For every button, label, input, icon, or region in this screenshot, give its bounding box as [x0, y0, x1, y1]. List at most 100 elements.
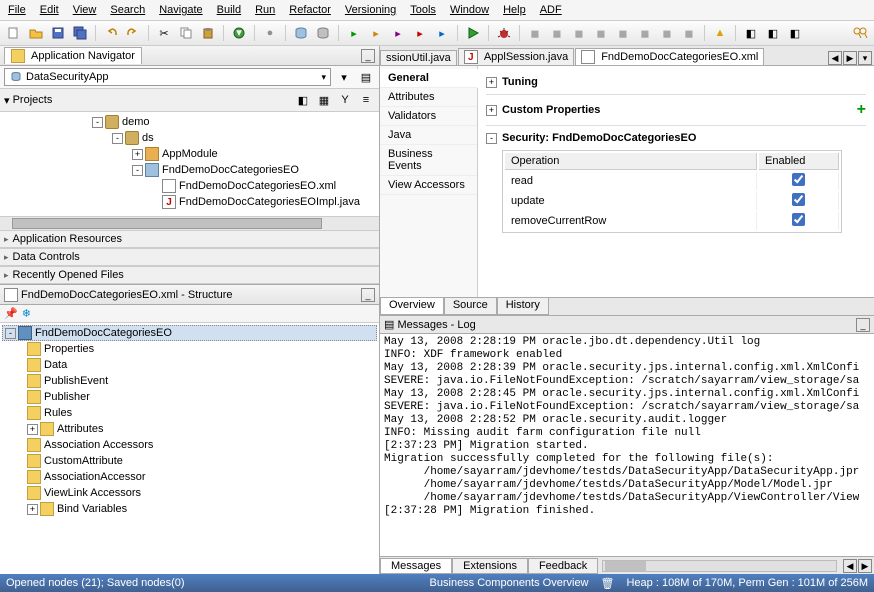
custom-props-section[interactable]: +Custom Properties+	[486, 101, 866, 119]
col-operation[interactable]: Operation	[505, 153, 757, 170]
side-accessors[interactable]: View Accessors	[380, 176, 477, 195]
pin-icon[interactable]: 📌	[4, 307, 18, 320]
save-all-icon[interactable]	[71, 24, 89, 42]
menu-build[interactable]: Build	[217, 4, 241, 16]
acc-recent-files[interactable]: Recently Opened Files	[0, 266, 379, 284]
menu-run[interactable]: Run	[255, 4, 275, 16]
trash-icon[interactable]: 🗑	[601, 577, 615, 590]
d8-icon[interactable]: ◼	[680, 24, 698, 42]
search-icon[interactable]	[851, 24, 869, 42]
side-events[interactable]: Business Events	[380, 145, 477, 176]
save-icon[interactable]	[49, 24, 67, 42]
enable-update-checkbox[interactable]	[792, 193, 805, 206]
ext2-icon[interactable]: ◧	[764, 24, 782, 42]
debug-icon[interactable]	[495, 24, 513, 42]
menu-navigate[interactable]: Navigate	[159, 4, 202, 16]
run-project-icon[interactable]	[464, 24, 482, 42]
menu-help[interactable]: Help	[503, 4, 526, 16]
structure-tree[interactable]: -FndDemoDocCategoriesEO Properties Data …	[0, 323, 379, 574]
minimize-icon[interactable]: _	[361, 288, 375, 302]
menu-edit[interactable]: Edit	[40, 4, 59, 16]
xml-icon	[581, 50, 595, 64]
proj-tb2[interactable]: ▦	[315, 91, 333, 109]
d1-icon[interactable]: ◼	[526, 24, 544, 42]
side-attributes[interactable]: Attributes	[380, 88, 477, 107]
msg-tab-extensions[interactable]: Extensions	[452, 558, 528, 574]
rebuild-icon[interactable]: ●	[261, 24, 279, 42]
view-history[interactable]: History	[497, 298, 549, 315]
msg-tab-messages[interactable]: Messages	[380, 558, 452, 574]
cut-icon[interactable]: ✂	[155, 24, 173, 42]
editor-area: ssionUtil.java JApplSession.java FndDemo…	[380, 46, 874, 574]
minimize-icon[interactable]: _	[856, 318, 870, 332]
editor-tab[interactable]: ssionUtil.java	[380, 50, 457, 65]
enable-read-checkbox[interactable]	[792, 173, 805, 186]
paste-icon[interactable]	[199, 24, 217, 42]
tab-prev-icon[interactable]: ◀	[828, 51, 842, 65]
editor-tab[interactable]: JApplSession.java	[458, 48, 574, 65]
editor-tab-active[interactable]: FndDemoDocCategoriesEO.xml	[575, 48, 764, 65]
d3-icon[interactable]: ◼	[570, 24, 588, 42]
make-icon[interactable]: ▾	[230, 24, 248, 42]
open-icon[interactable]	[27, 24, 45, 42]
run4-icon[interactable]: ▸	[411, 24, 429, 42]
d6-icon[interactable]: ◼	[636, 24, 654, 42]
proj-tb4[interactable]: ≡	[357, 91, 375, 109]
menu-window[interactable]: Window	[450, 4, 489, 16]
d5-icon[interactable]: ◼	[614, 24, 632, 42]
menu-search[interactable]: Search	[110, 4, 145, 16]
new-icon[interactable]	[5, 24, 23, 42]
acc-data-controls[interactable]: Data Controls	[0, 248, 379, 266]
scroll-left-icon[interactable]: ◀	[843, 559, 857, 573]
msg-tab-feedback[interactable]: Feedback	[528, 558, 598, 574]
msg-hscroll[interactable]	[602, 560, 837, 572]
d7-icon[interactable]: ◼	[658, 24, 676, 42]
add-icon[interactable]: +	[857, 101, 866, 119]
minimize-icon[interactable]: _	[361, 49, 375, 63]
menu-refactor[interactable]: Refactor	[289, 4, 331, 16]
security-section[interactable]: -Security: FndDemoDocCategoriesEO	[486, 132, 866, 144]
menu-view[interactable]: View	[73, 4, 97, 16]
project-dd-btn[interactable]: ▾	[335, 68, 353, 86]
proj-tb1[interactable]: ◧	[294, 91, 312, 109]
tuning-section[interactable]: +Tuning	[486, 76, 866, 88]
tab-next-icon[interactable]: ▶	[843, 51, 857, 65]
menu-adf[interactable]: ADF	[540, 4, 562, 16]
nav-tab[interactable]: Application Navigator	[4, 47, 142, 64]
undo-icon[interactable]	[102, 24, 120, 42]
menu-file[interactable]: File	[8, 4, 26, 16]
view-overview[interactable]: Overview	[380, 298, 444, 315]
run1-icon[interactable]: ▸	[345, 24, 363, 42]
side-java[interactable]: Java	[380, 126, 477, 145]
enable-remove-checkbox[interactable]	[792, 213, 805, 226]
projects-header[interactable]: ▾ Projects ◧ ▦ Y ≡	[0, 89, 379, 112]
copy-icon[interactable]	[177, 24, 195, 42]
d2-icon[interactable]: ◼	[548, 24, 566, 42]
side-general[interactable]: General	[380, 69, 478, 88]
view-source[interactable]: Source	[444, 298, 497, 315]
scroll-right-icon[interactable]: ▶	[858, 559, 872, 573]
warn-icon[interactable]: ▲	[711, 24, 729, 42]
redo-icon[interactable]	[124, 24, 142, 42]
project-actions-btn[interactable]: ▤	[357, 68, 375, 86]
d4-icon[interactable]: ◼	[592, 24, 610, 42]
ext1-icon[interactable]: ◧	[742, 24, 760, 42]
acc-app-resources[interactable]: Application Resources	[0, 230, 379, 248]
tree-hscroll[interactable]	[0, 216, 379, 230]
run5-icon[interactable]: ▸	[433, 24, 451, 42]
col-enabled[interactable]: Enabled	[759, 153, 839, 170]
ext3-icon[interactable]: ◧	[786, 24, 804, 42]
menu-versioning[interactable]: Versioning	[345, 4, 396, 16]
tab-list-icon[interactable]: ▾	[858, 51, 872, 65]
db2-icon[interactable]	[314, 24, 332, 42]
run3-icon[interactable]: ▸	[389, 24, 407, 42]
project-dropdown[interactable]: DataSecurityApp	[4, 68, 331, 86]
project-tree[interactable]: -demo -ds +AppModule -FndDemoDocCategori…	[0, 112, 379, 216]
messages-log[interactable]: May 13, 2008 2:28:19 PM oracle.jbo.dt.de…	[380, 334, 874, 556]
proj-tb3[interactable]: Y	[336, 91, 354, 109]
side-validators[interactable]: Validators	[380, 107, 477, 126]
run2-icon[interactable]: ▸	[367, 24, 385, 42]
menu-tools[interactable]: Tools	[410, 4, 436, 16]
freeze-icon[interactable]: ❄	[22, 307, 31, 320]
db-icon[interactable]	[292, 24, 310, 42]
